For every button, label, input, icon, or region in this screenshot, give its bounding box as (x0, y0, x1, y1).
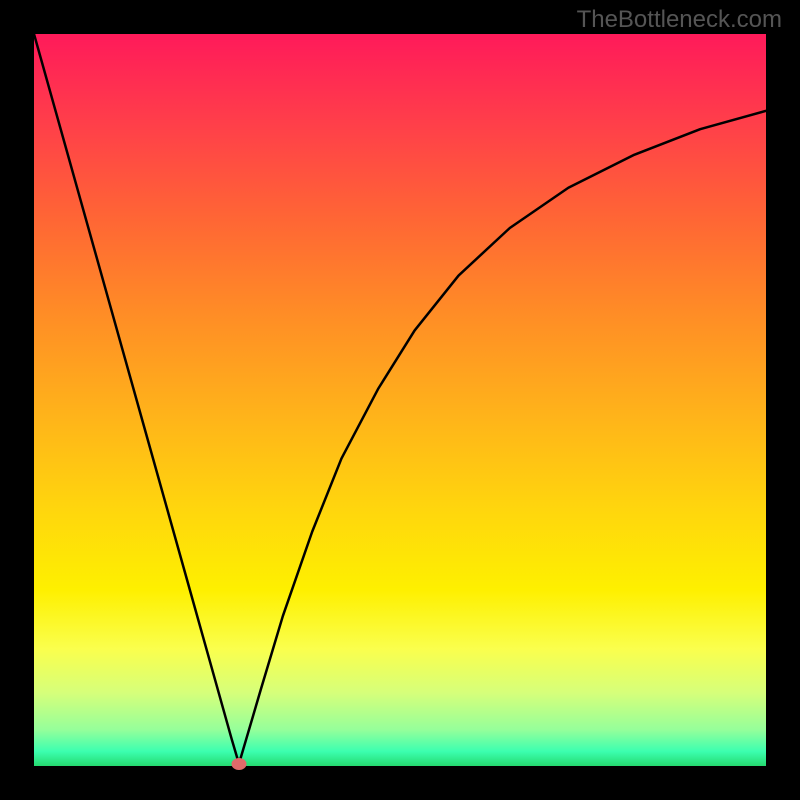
chart-curve (34, 34, 766, 766)
watermark-text: TheBottleneck.com (577, 6, 782, 34)
chart-gradient-background (34, 34, 766, 766)
minimum-marker (231, 758, 246, 770)
